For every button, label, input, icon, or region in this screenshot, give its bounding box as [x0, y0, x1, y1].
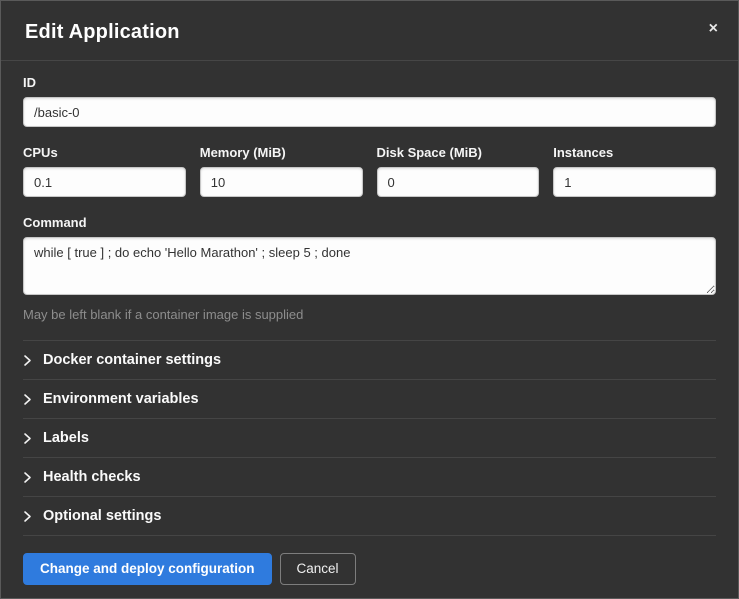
section-label: Docker container settings: [43, 352, 221, 368]
instances-label: Instances: [553, 145, 716, 160]
section-environment-variables[interactable]: Environment variables: [23, 379, 716, 418]
section-docker-container-settings[interactable]: Docker container settings: [23, 340, 716, 379]
modal-body: ID CPUs Memory (MiB) Disk Space (MiB) In…: [1, 61, 738, 542]
chevron-right-icon: [23, 393, 37, 406]
page-title: Edit Application: [25, 21, 714, 44]
section-label: Labels: [43, 430, 89, 446]
memory-field-group: Memory (MiB): [200, 145, 363, 197]
cancel-button[interactable]: Cancel: [280, 553, 356, 585]
section-label: Health checks: [43, 469, 141, 485]
disk-field-group: Disk Space (MiB): [377, 145, 540, 197]
id-field-group: ID: [23, 75, 716, 127]
section-optional-settings[interactable]: Optional settings: [23, 496, 716, 535]
command-label: Command: [23, 215, 716, 230]
section-labels[interactable]: Labels: [23, 418, 716, 457]
command-input[interactable]: while [ true ] ; do echo 'Hello Marathon…: [23, 237, 716, 295]
chevron-right-icon: [23, 432, 37, 445]
chevron-right-icon: [23, 510, 37, 523]
resource-fields-row: CPUs Memory (MiB) Disk Space (MiB) Insta…: [23, 145, 716, 197]
section-label: Environment variables: [43, 391, 199, 407]
disk-input[interactable]: [377, 167, 540, 197]
chevron-right-icon: [23, 354, 37, 367]
memory-label: Memory (MiB): [200, 145, 363, 160]
close-icon[interactable]: ×: [705, 17, 722, 41]
collapsible-sections: Docker container settings Environment va…: [23, 340, 716, 536]
modal-footer: Change and deploy configuration Cancel: [1, 542, 738, 598]
modal-header: Edit Application ×: [1, 1, 738, 61]
section-health-checks[interactable]: Health checks: [23, 457, 716, 496]
cpus-field-group: CPUs: [23, 145, 186, 197]
section-label: Optional settings: [43, 508, 161, 524]
cpus-label: CPUs: [23, 145, 186, 160]
command-help-text: May be left blank if a container image i…: [23, 307, 716, 322]
id-input[interactable]: [23, 97, 716, 127]
command-field-group: Command while [ true ] ; do echo 'Hello …: [23, 215, 716, 322]
edit-application-modal: Edit Application × ID CPUs Memory (MiB) …: [0, 0, 739, 599]
instances-input[interactable]: [553, 167, 716, 197]
change-and-deploy-button[interactable]: Change and deploy configuration: [23, 553, 272, 585]
id-label: ID: [23, 75, 716, 90]
instances-field-group: Instances: [553, 145, 716, 197]
disk-label: Disk Space (MiB): [377, 145, 540, 160]
chevron-right-icon: [23, 471, 37, 484]
cpus-input[interactable]: [23, 167, 186, 197]
memory-input[interactable]: [200, 167, 363, 197]
